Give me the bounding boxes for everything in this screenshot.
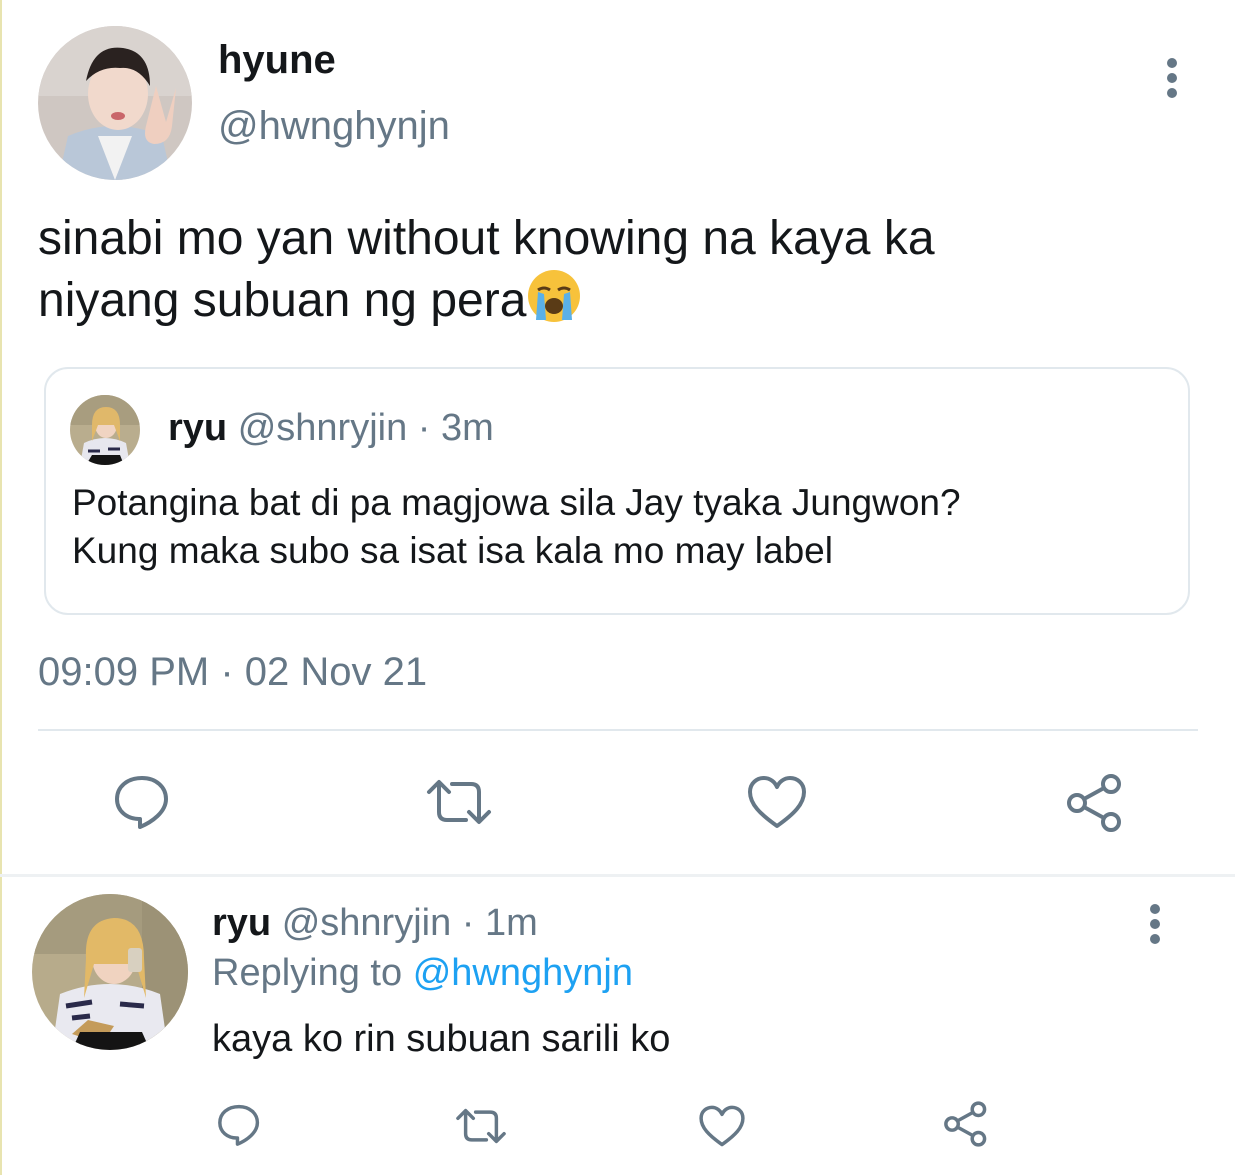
quoted-display-name[interactable]: ryu xyxy=(168,407,227,449)
avatar-hyune[interactable] xyxy=(38,26,192,180)
share-icon[interactable] xyxy=(1064,772,1126,839)
quoted-tweet-header: ryu @shnryjin · 3m xyxy=(168,407,494,450)
reply-separator: · xyxy=(461,902,475,944)
retweet-icon[interactable] xyxy=(424,776,494,833)
quoted-separator: · xyxy=(417,407,431,449)
quoted-tweet-card[interactable]: ryu @shnryjin · 3m Potangina bat di pa m… xyxy=(44,367,1190,615)
quoted-tweet-text: Potangina bat di pa magjowa sila Jay tya… xyxy=(72,479,961,575)
share-icon[interactable] xyxy=(942,1100,990,1153)
reply-display-name[interactable]: ryu xyxy=(212,902,271,944)
tweet-timestamp: 09:09 PM · 02 Nov 21 xyxy=(38,650,428,694)
quoted-time: 3m xyxy=(441,407,494,449)
reply-icon[interactable] xyxy=(112,772,172,837)
tweet-text-line-2: niyang subuan ng pera xyxy=(38,274,527,327)
replying-to-mention[interactable]: @hwnghynjn xyxy=(413,952,633,994)
quoted-handle[interactable]: @shnryjin xyxy=(238,407,408,449)
reply-icon[interactable] xyxy=(216,1102,262,1153)
display-name[interactable]: hyune xyxy=(218,38,336,83)
quoted-text-line-1: Potangina bat di pa magjowa sila Jay tya… xyxy=(72,482,961,523)
reply-time: 1m xyxy=(485,902,538,944)
reply-text: kaya ko rin subuan sarili ko xyxy=(212,1018,671,1060)
avatar-ryu-small[interactable] xyxy=(70,395,140,465)
reply-tweet[interactable]: ryu @shnryjin · 1m Replying to @hwnghynj… xyxy=(0,878,1235,1175)
main-tweet: hyune @hwnghynjn sinabi mo yan without k… xyxy=(0,0,1235,875)
section-divider xyxy=(0,874,1235,877)
more-options-icon[interactable] xyxy=(1165,58,1179,103)
avatar-ryu[interactable] xyxy=(32,894,188,1050)
loudly-crying-face-icon xyxy=(526,268,582,338)
replying-to: Replying to @hwnghynjn xyxy=(212,952,633,995)
like-icon[interactable] xyxy=(746,774,808,835)
quoted-text-line-2: Kung maka subo sa isat isa kala mo may l… xyxy=(72,530,833,571)
tweet-text: sinabi mo yan without knowing na kaya ka… xyxy=(38,210,935,338)
like-icon[interactable] xyxy=(698,1104,746,1153)
replying-to-label: Replying to xyxy=(212,952,403,994)
user-handle[interactable]: @hwnghynjn xyxy=(218,104,450,149)
more-options-icon[interactable] xyxy=(1148,904,1162,949)
divider xyxy=(38,729,1198,731)
reply-header: ryu @shnryjin · 1m xyxy=(212,902,538,945)
reply-handle[interactable]: @shnryjin xyxy=(282,902,452,944)
tweet-text-line-1: sinabi mo yan without knowing na kaya ka xyxy=(38,212,935,265)
retweet-icon[interactable] xyxy=(454,1106,508,1151)
